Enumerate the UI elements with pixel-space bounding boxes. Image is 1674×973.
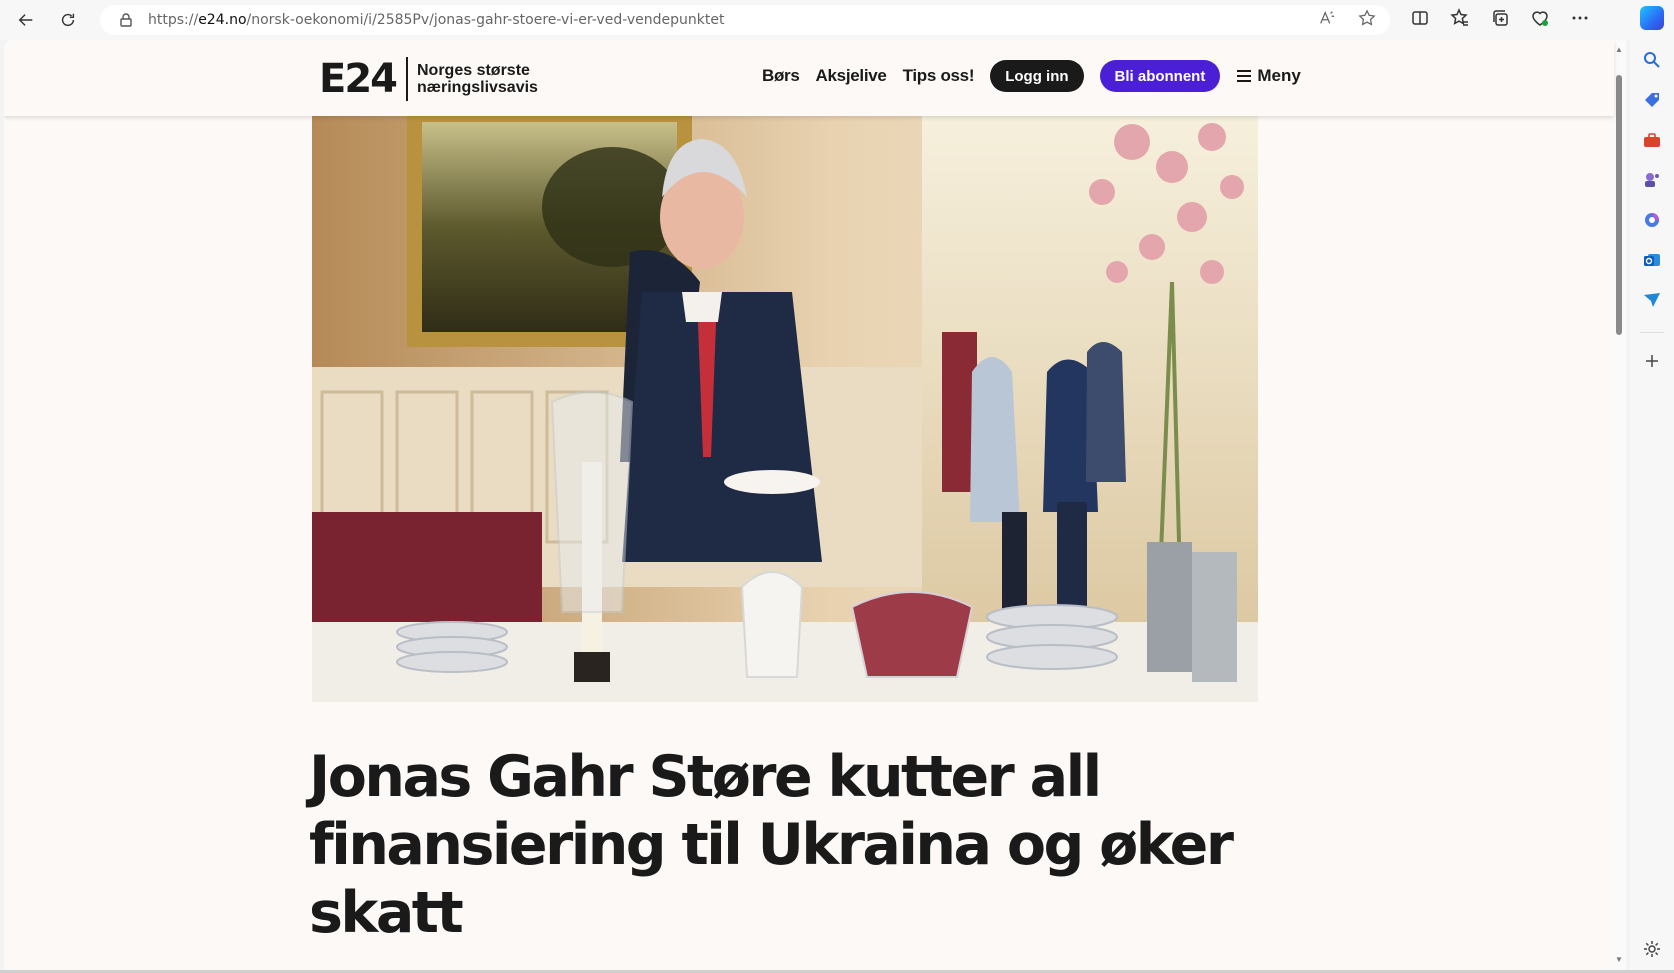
login-button[interactable]: Logg inn: [990, 60, 1084, 92]
more-icon[interactable]: [1570, 8, 1590, 33]
browser-sidebar: [1630, 0, 1674, 973]
games-icon[interactable]: [1642, 170, 1662, 190]
menu-label: Meny: [1257, 66, 1301, 85]
subscribe-button[interactable]: Bli abonnent: [1099, 60, 1221, 92]
add-icon[interactable]: [1642, 351, 1662, 371]
favorite-star-icon[interactable]: [1358, 9, 1376, 31]
article-headline: Jonas Gahr Støre kutter all finansiering…: [309, 744, 1234, 946]
search-icon[interactable]: [1642, 50, 1662, 70]
lock-icon[interactable]: [118, 12, 134, 28]
favorites-icon[interactable]: [1450, 7, 1470, 33]
nav-link-bors[interactable]: Børs: [762, 66, 800, 86]
menu-button[interactable]: Meny: [1237, 66, 1301, 86]
office-icon[interactable]: [1642, 210, 1662, 230]
url-host: e24.no: [198, 12, 247, 28]
sidebar-divider: [1640, 332, 1664, 333]
collections-icon[interactable]: [1490, 8, 1510, 33]
page-scrollbar[interactable]: ▲ ▼: [1612, 40, 1626, 970]
scroll-up-arrow-icon[interactable]: ▲: [1615, 46, 1623, 54]
hero-photo-illustration: [312, 112, 1258, 702]
split-screen-icon[interactable]: [1410, 8, 1430, 33]
page-viewport: E24 Norges største næringslivsavis Børs …: [4, 40, 1618, 970]
url-path: /norsk-oekonomi/i/2585Pv/jonas-gahr-stoe…: [246, 12, 725, 28]
toolbox-icon[interactable]: [1642, 130, 1662, 150]
site-nav: Børs Aksjelive Tips oss! Logg inn Bli ab…: [762, 60, 1301, 92]
scroll-down-arrow-icon[interactable]: ▼: [1615, 956, 1623, 964]
scrollbar-thumb[interactable]: [1616, 75, 1622, 335]
address-bar[interactable]: https://e24.no/norsk-oekonomi/i/2585Pv/j…: [100, 5, 1390, 35]
logo-tagline: Norges største næringslivsavis: [417, 62, 538, 96]
browser-essentials-icon[interactable]: [1530, 8, 1550, 33]
logo-divider: [406, 57, 408, 101]
hamburger-icon: [1237, 70, 1252, 82]
back-icon[interactable]: [8, 2, 44, 38]
browser-toolbar: https://e24.no/norsk-oekonomi/i/2585Pv/j…: [0, 0, 1674, 40]
send-icon[interactable]: [1642, 290, 1662, 310]
site-header: E24 Norges største næringslivsavis Børs …: [4, 40, 1614, 116]
e24-logo[interactable]: E24 Norges største næringslivsavis: [319, 57, 538, 101]
read-aloud-icon[interactable]: [1318, 9, 1336, 31]
logo-mark: E24: [319, 56, 398, 102]
nav-link-tips[interactable]: Tips oss!: [903, 66, 975, 86]
shopping-tag-icon[interactable]: [1642, 90, 1662, 110]
hero-photo: [312, 112, 1258, 702]
url-prefix: https://: [148, 12, 199, 28]
reload-icon[interactable]: [50, 2, 86, 38]
outlook-icon[interactable]: [1642, 250, 1662, 270]
nav-link-aksjelive[interactable]: Aksjelive: [816, 66, 887, 86]
tagline-line-1: Norges største: [417, 62, 530, 79]
copilot-icon[interactable]: [1640, 6, 1664, 30]
settings-icon[interactable]: [1642, 939, 1662, 959]
tagline-line-2: næringslivsavis: [417, 79, 538, 96]
